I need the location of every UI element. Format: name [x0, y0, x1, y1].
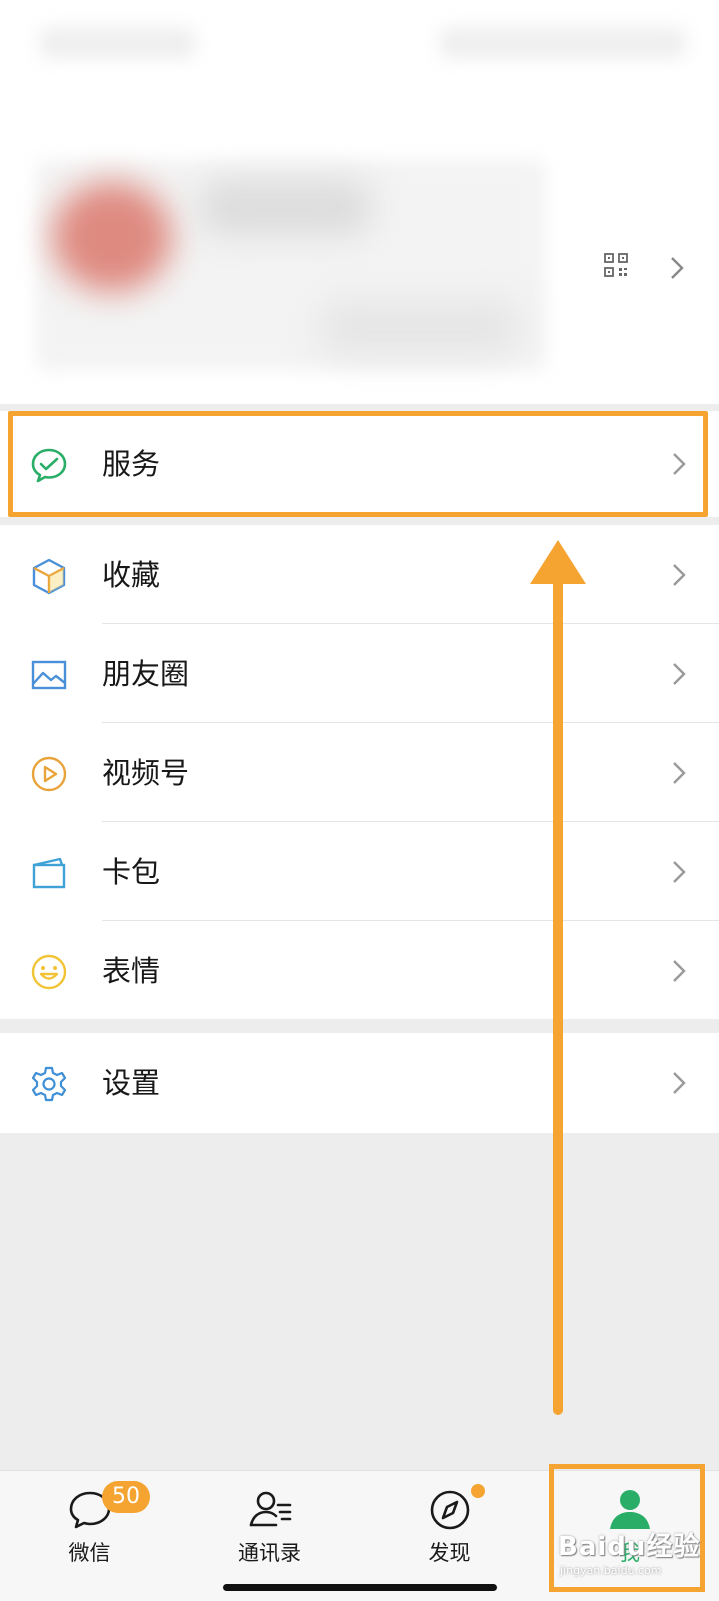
menu-item-channels[interactable]: 视频号 — [0, 723, 719, 823]
menu-item-cards[interactable]: 卡包 — [0, 822, 719, 922]
blurred-status-bar-right — [440, 28, 685, 58]
home-indicator[interactable] — [223, 1584, 497, 1591]
menu-item-favorites[interactable]: 收藏 — [0, 525, 719, 625]
menu-item-moments[interactable]: 朋友圈 — [0, 624, 719, 724]
menu-item-label: 设置 — [102, 1066, 161, 1100]
menu-item-stickers[interactable]: 表情 — [0, 921, 719, 1021]
tab-label: 通讯录 — [238, 1541, 301, 1565]
menu-item-label: 朋友圈 — [102, 657, 190, 691]
chevron-right-icon — [673, 861, 686, 883]
unread-badge: 50 — [102, 1481, 150, 1513]
tab-label: 发现 — [428, 1541, 471, 1565]
discover-icon — [430, 1490, 469, 1530]
blurred-wechat-id — [320, 300, 520, 355]
menu-item-label: 卡包 — [102, 855, 161, 889]
watermark-logo: Baidu经验 — [558, 1532, 701, 1562]
gear-icon — [31, 1066, 67, 1102]
favorites-icon — [32, 558, 66, 595]
qr-code-icon[interactable] — [604, 253, 628, 277]
blurred-nickname — [200, 180, 370, 235]
stickers-icon — [31, 954, 67, 990]
chevron-right-icon — [673, 564, 686, 586]
menu-card: 收藏 朋友圈 视频号 卡包 表情 — [0, 525, 719, 1019]
cards-icon — [32, 857, 66, 889]
tab-chats[interactable]: 50 微信 — [0, 1471, 179, 1601]
profile-chevron-icon — [671, 257, 684, 279]
blurred-status-bar-left — [40, 28, 195, 58]
tab-label: 微信 — [68, 1541, 111, 1565]
chevron-right-icon — [673, 1072, 686, 1094]
chevron-right-icon — [673, 762, 686, 784]
tab-discover[interactable]: 发现 — [360, 1471, 539, 1601]
settings-card: 设置 — [0, 1033, 719, 1133]
contacts-icon — [249, 1491, 291, 1527]
chevron-right-icon — [673, 663, 686, 685]
menu-item-label: 收藏 — [102, 558, 161, 592]
blurred-avatar — [52, 182, 172, 292]
menu-item-label: 表情 — [102, 954, 161, 988]
watermark-url: jingyan.baidu.com — [560, 1564, 662, 1577]
menu-item-settings[interactable]: 设置 — [0, 1033, 719, 1133]
chevron-right-icon — [673, 960, 686, 982]
annotation-highlight-box — [8, 411, 708, 517]
profile-header[interactable] — [0, 0, 719, 404]
tab-contacts[interactable]: 通讯录 — [180, 1471, 359, 1601]
moments-icon — [31, 660, 67, 690]
menu-item-label: 视频号 — [102, 756, 190, 790]
notification-dot — [471, 1484, 485, 1498]
channels-icon — [31, 756, 67, 792]
